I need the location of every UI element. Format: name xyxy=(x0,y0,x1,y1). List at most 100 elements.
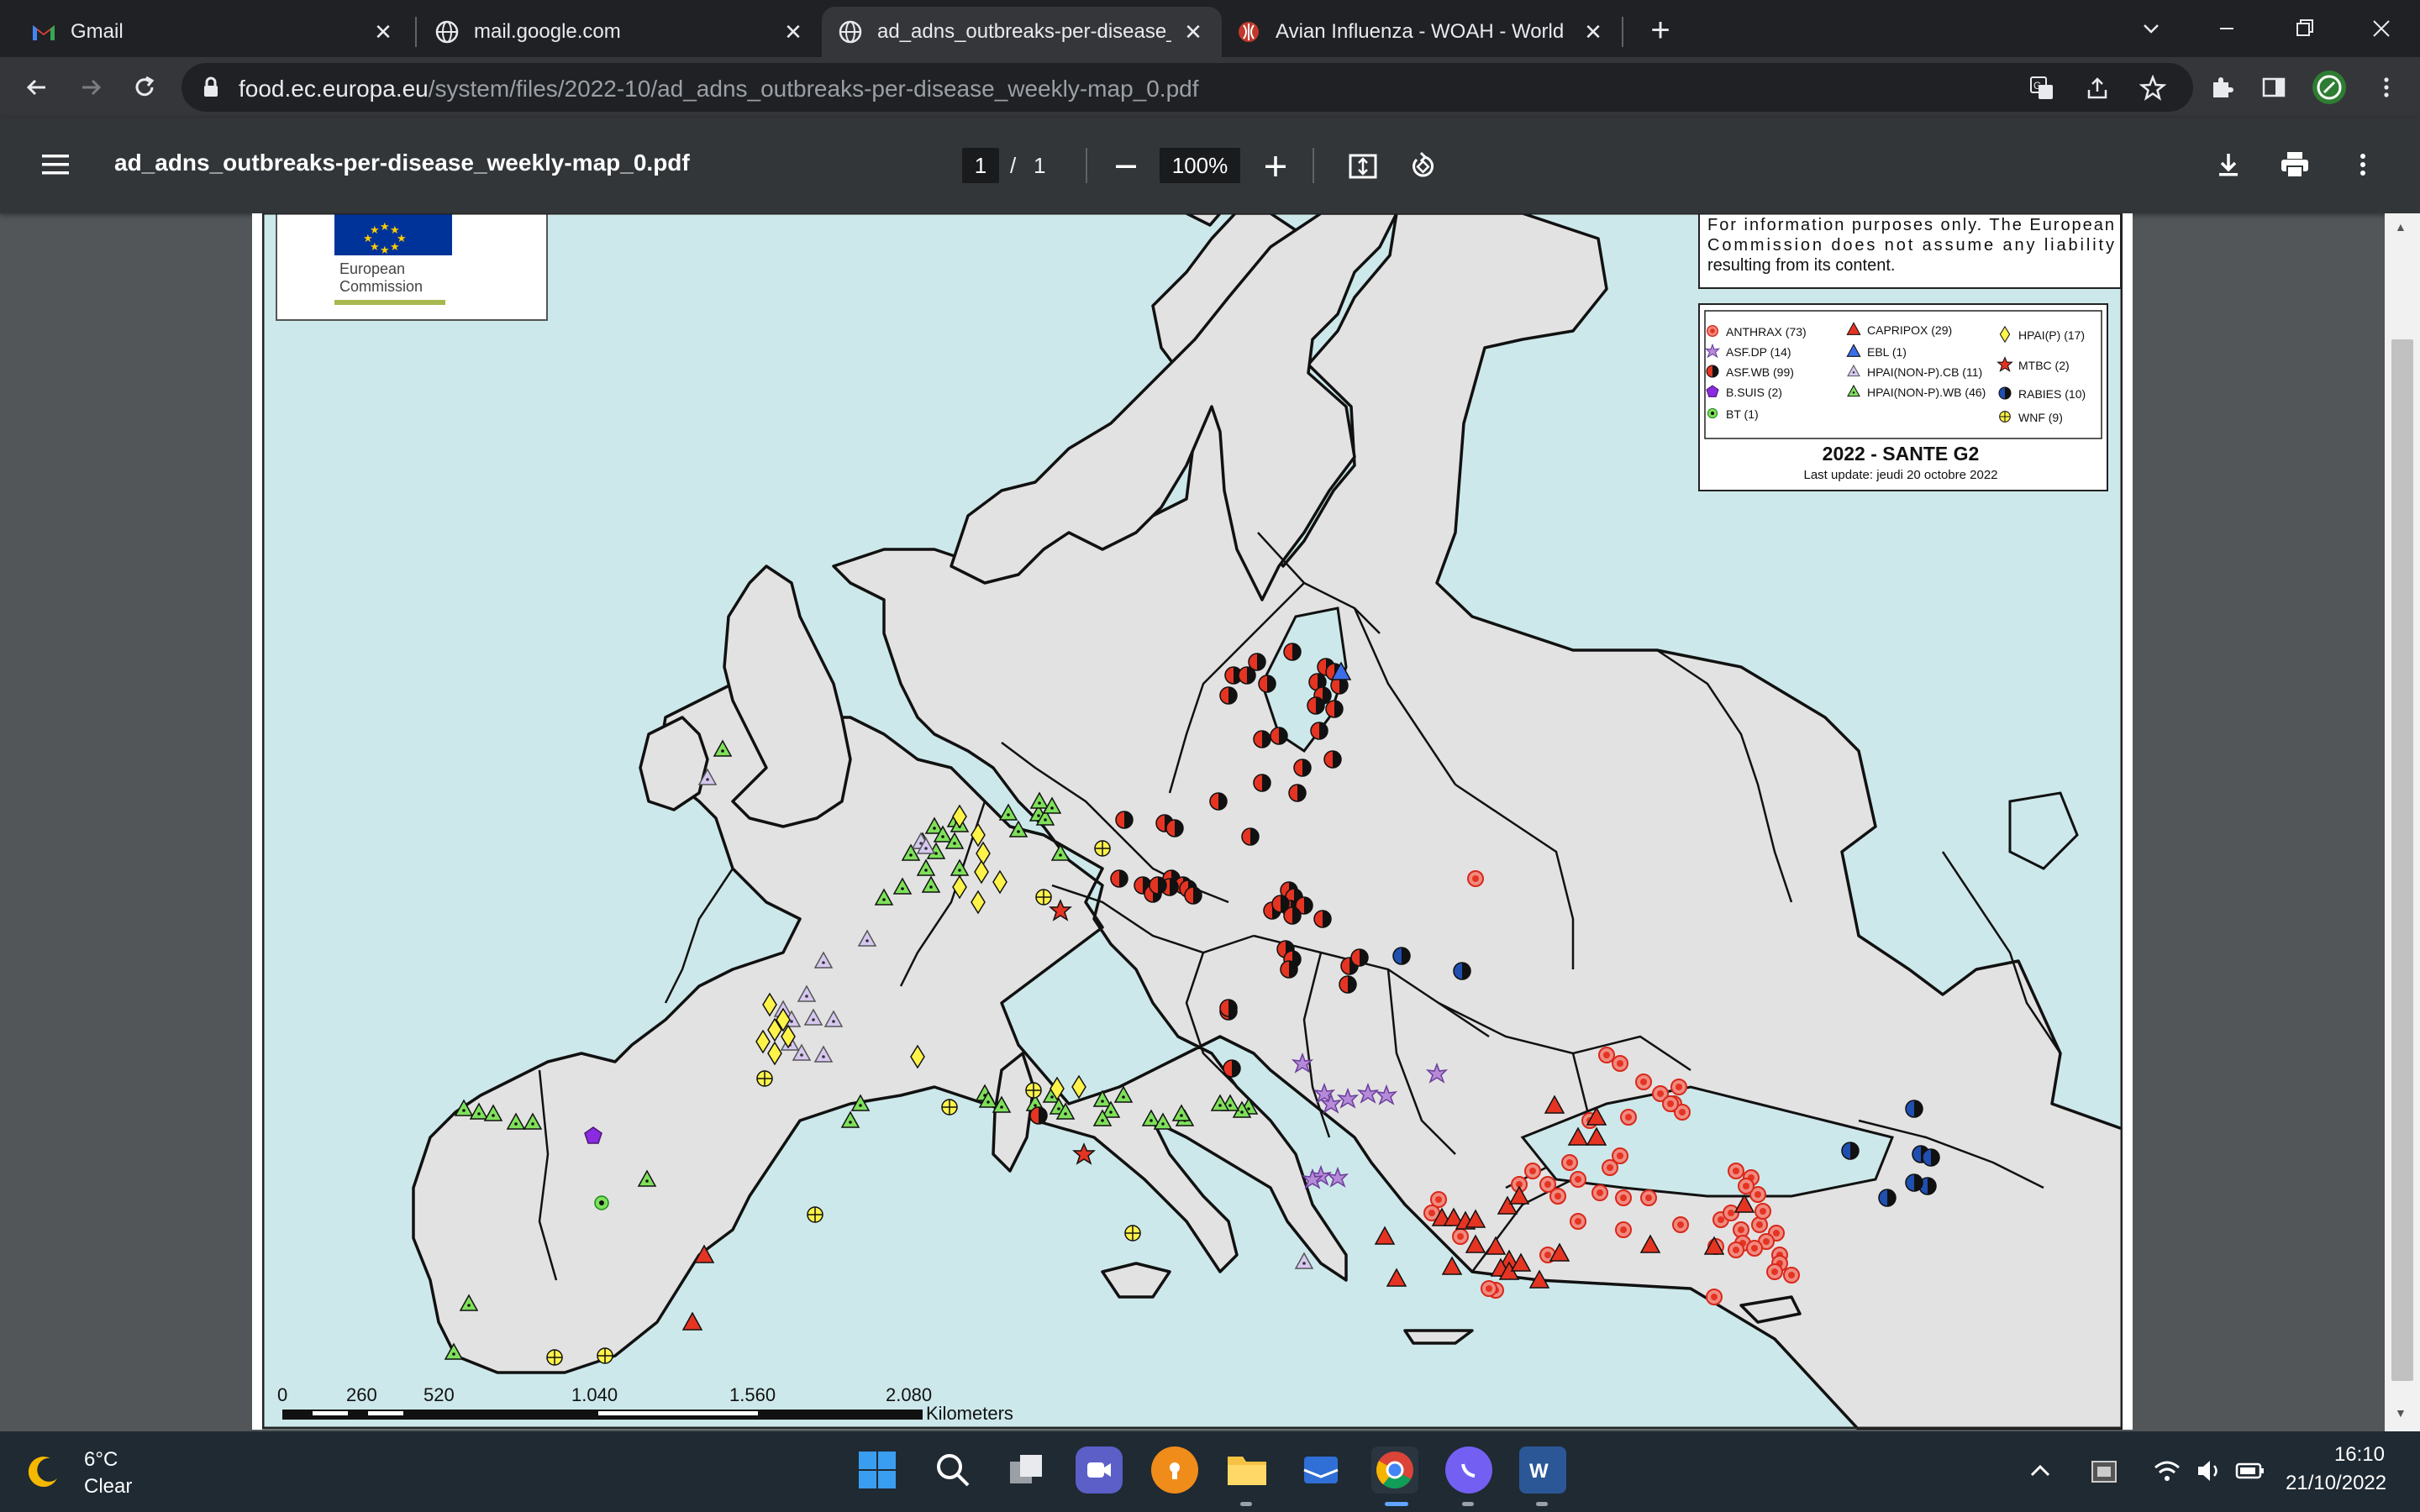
address-bar[interactable]: food.ec.europa.eu/system/files/2022-10/a… xyxy=(182,63,2193,112)
scrollbar-thumb[interactable] xyxy=(2391,339,2413,1381)
close-tab-icon[interactable]: ✕ xyxy=(371,20,395,44)
page-number-input[interactable]: 1 xyxy=(962,148,999,183)
half-red-black-marker xyxy=(1258,675,1276,693)
red-circle-dot xyxy=(1640,1079,1647,1085)
zoom-out-icon[interactable] xyxy=(1111,151,1141,186)
battery-icon[interactable] xyxy=(2235,1457,2265,1489)
volume-icon[interactable] xyxy=(2195,1457,2223,1489)
tab-divider xyxy=(1622,17,1623,47)
scale-tick-label: 260 xyxy=(346,1384,377,1405)
red-circle-marker xyxy=(1570,1171,1586,1188)
green-circle-dot xyxy=(599,1200,604,1205)
tab-search-icon[interactable] xyxy=(2134,12,2168,45)
translate-icon[interactable]: G xyxy=(2028,75,2055,106)
close-tab-icon[interactable]: ✕ xyxy=(1181,20,1205,44)
tab-woah[interactable]: Avian Influenza - WOAH - World ✕ xyxy=(1223,7,1622,57)
minimize-icon[interactable] xyxy=(2210,12,2244,45)
red-circle-dot xyxy=(1718,1216,1724,1223)
more-options-icon[interactable] xyxy=(2348,150,2378,184)
teams-chat-icon[interactable] xyxy=(1076,1446,1123,1494)
half-red-black-marker xyxy=(1270,727,1288,745)
download-icon[interactable] xyxy=(2213,150,2244,184)
tab-gmail[interactable]: Gmail ✕ xyxy=(0,7,412,57)
profile-avatar-icon[interactable] xyxy=(2309,67,2349,108)
back-arrow-icon[interactable] xyxy=(17,67,57,108)
triangle-dot xyxy=(531,1122,534,1126)
triangle-dot xyxy=(645,1179,649,1183)
legend-label: CAPRIPOX (29) xyxy=(1867,323,1952,337)
forward-arrow-icon[interactable] xyxy=(71,67,111,108)
weather-widget[interactable]: 6°C Clear xyxy=(25,1443,160,1500)
red-circle-dot xyxy=(1597,1189,1603,1196)
triangle-dot xyxy=(1240,1110,1244,1114)
chevron-up-icon[interactable] xyxy=(2025,1457,2055,1491)
half-red-black-marker xyxy=(1350,948,1369,967)
yellow-crosshair-marker xyxy=(1035,889,1052,906)
reading-mode-icon[interactable] xyxy=(2254,67,2294,108)
tray-app-icon[interactable] xyxy=(2089,1457,2119,1491)
wifi-icon[interactable] xyxy=(2153,1457,2181,1489)
half-red-black-marker xyxy=(1248,653,1266,671)
scroll-up-icon[interactable]: ▲ xyxy=(2395,220,2407,234)
mail-app-icon[interactable] xyxy=(1297,1446,1344,1494)
close-tab-icon[interactable]: ✕ xyxy=(781,20,805,44)
fit-to-page-icon[interactable] xyxy=(1348,151,1378,186)
globe-icon xyxy=(435,20,459,44)
viber-icon[interactable] xyxy=(1445,1446,1492,1494)
task-view-icon[interactable] xyxy=(1003,1446,1050,1494)
bookmark-star-icon[interactable] xyxy=(2139,74,2167,106)
file-explorer-icon[interactable] xyxy=(1223,1446,1270,1494)
svg-text:★: ★ xyxy=(380,244,390,257)
start-button-icon[interactable] xyxy=(854,1446,901,1494)
rotate-icon[interactable] xyxy=(1408,151,1439,186)
triangle-dot xyxy=(953,842,956,845)
triangle-dot xyxy=(805,995,808,998)
legend-label: WNF (9) xyxy=(2018,411,2063,424)
half-red-black-marker xyxy=(1310,722,1328,740)
half-red-black-marker xyxy=(1280,960,1298,979)
half-blue-black-marker xyxy=(1392,947,1411,965)
print-icon[interactable] xyxy=(2279,150,2311,184)
lock-icon[interactable] xyxy=(202,76,220,102)
zoom-in-icon[interactable] xyxy=(1260,151,1291,186)
legend-label: B.SUIS (2) xyxy=(1726,386,1782,399)
disclaimer-line: For information purposes only. The Europ… xyxy=(1707,216,2114,234)
clock-time[interactable]: 16:10 xyxy=(2324,1443,2385,1467)
triangle-dot xyxy=(1228,1104,1232,1107)
tab-pdf-active[interactable]: ad_adns_outbreaks-per-disease_w ✕ xyxy=(822,7,1222,57)
reload-icon[interactable] xyxy=(124,67,165,108)
app-running-indicator xyxy=(1462,1502,1474,1506)
search-icon[interactable] xyxy=(929,1446,976,1494)
chrome-menu-icon[interactable] xyxy=(2366,67,2407,108)
triangle-dot xyxy=(986,1100,990,1104)
page-scrollbar[interactable]: ▲ ▼ xyxy=(2385,213,2420,1431)
red-circle-dot xyxy=(1645,1194,1652,1201)
word-icon[interactable]: W xyxy=(1519,1446,1566,1494)
clock-date[interactable]: 21/10/2022 xyxy=(2286,1472,2386,1495)
pdf-page: ★ ★ ★ ★ ★ ★ ★ ★ European Commission For informa… xyxy=(252,213,2133,1430)
extensions-icon[interactable] xyxy=(2202,67,2242,108)
triangle-dot xyxy=(1050,1095,1054,1099)
red-circle-marker xyxy=(1746,1240,1763,1257)
red-circle-marker xyxy=(1598,1047,1615,1063)
red-circle-marker xyxy=(1481,1280,1497,1297)
half-blue-black-marker xyxy=(1905,1100,1923,1118)
triangle-dot xyxy=(1302,1262,1306,1265)
half-red-black-marker xyxy=(1209,792,1228,811)
scroll-down-icon[interactable]: ▼ xyxy=(2395,1406,2407,1420)
triangle-dot xyxy=(1017,830,1020,833)
security-app-icon[interactable] xyxy=(1151,1446,1198,1494)
tab-mail-google[interactable]: mail.google.com ✕ xyxy=(418,7,822,57)
scale-unit: Kilometers xyxy=(926,1403,1013,1424)
close-tab-icon[interactable]: ✕ xyxy=(1581,20,1605,44)
zoom-level-input[interactable]: 100% xyxy=(1160,148,1240,183)
chrome-icon[interactable] xyxy=(1371,1446,1418,1494)
new-tab-button[interactable]: + xyxy=(1642,12,1679,49)
hamburger-menu-icon[interactable] xyxy=(40,150,71,184)
restore-icon[interactable] xyxy=(2287,12,2321,45)
share-icon[interactable] xyxy=(2084,75,2111,106)
triangle-dot xyxy=(1044,818,1047,822)
close-window-icon[interactable] xyxy=(2365,12,2398,45)
red-circle-dot xyxy=(1617,1152,1623,1159)
woah-icon xyxy=(1237,20,1260,44)
